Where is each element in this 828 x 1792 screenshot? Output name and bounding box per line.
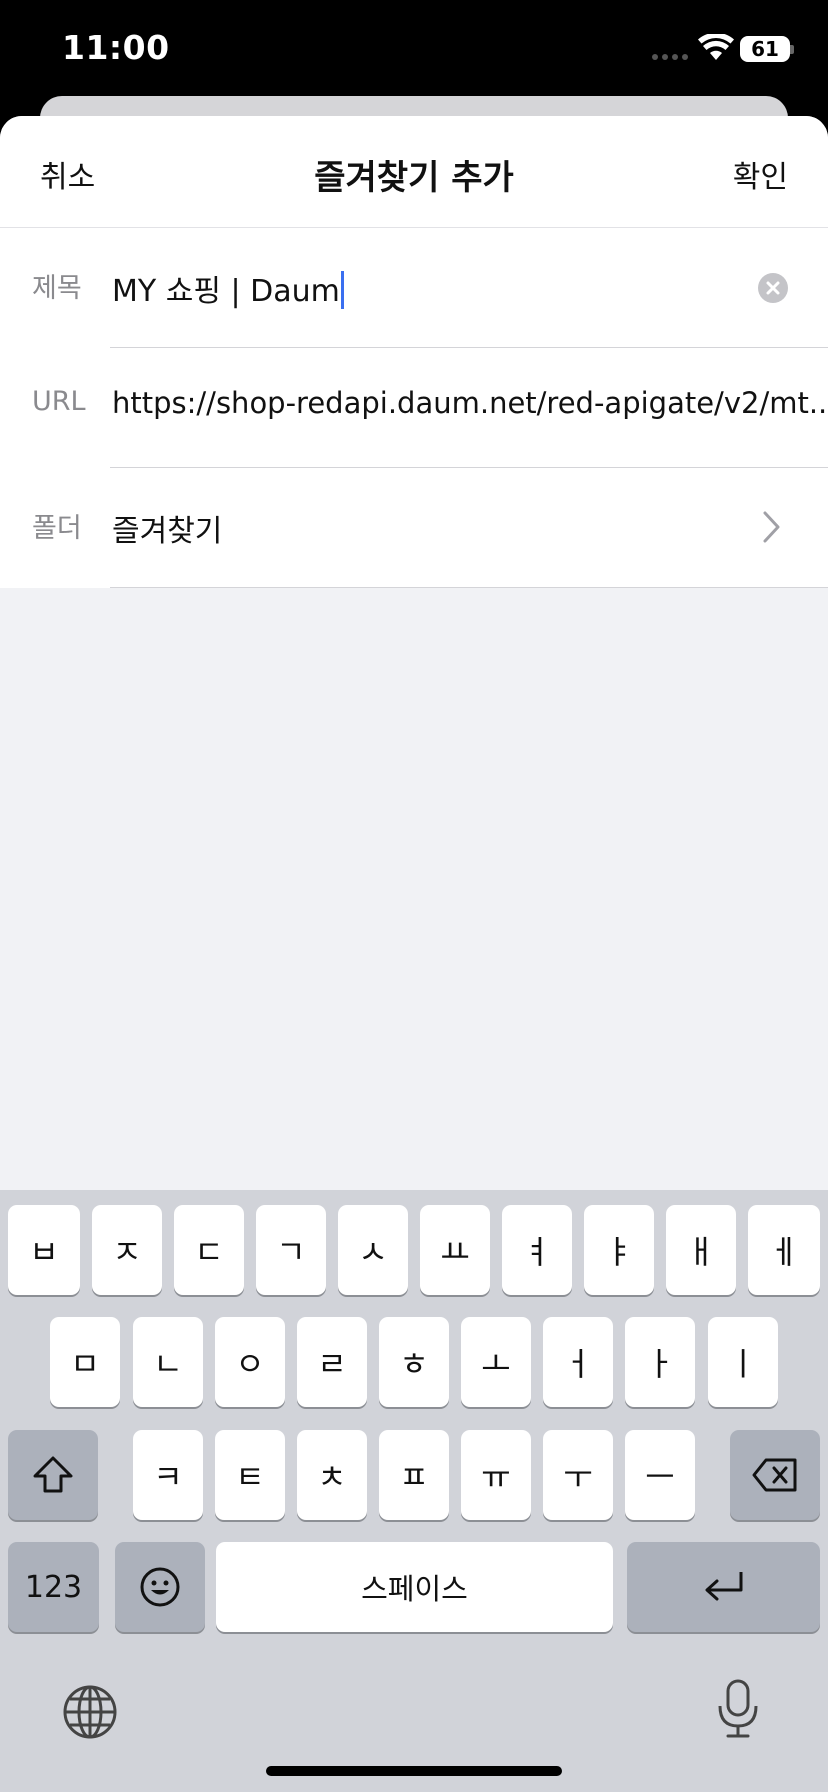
home-indicator[interactable] <box>266 1766 562 1776</box>
key[interactable]: ㄷ <box>174 1205 244 1295</box>
folder-label: 폴더 <box>32 513 82 544</box>
url-input[interactable]: https://shop-redapi.daum.net/red-apigate… <box>112 386 828 420</box>
confirm-button[interactable]: 확인 <box>733 152 788 196</box>
key[interactable]: ㅌ <box>215 1430 285 1520</box>
nav-bar: 취소 즐겨찾기 추가 확인 <box>0 116 828 228</box>
key[interactable]: ㅈ <box>92 1205 162 1295</box>
backspace-icon <box>752 1458 797 1492</box>
status-time: 11:00 <box>62 28 170 67</box>
key[interactable]: ㅇ <box>215 1317 285 1407</box>
return-icon <box>705 1572 742 1601</box>
key[interactable]: ㅔ <box>748 1205 820 1295</box>
url-row[interactable]: URL https://shop-redapi.daum.net/red-api… <box>0 348 828 468</box>
emoji-icon <box>140 1567 180 1607</box>
clear-icon[interactable] <box>758 273 788 303</box>
title-input[interactable]: MY 쇼핑 | Daum <box>112 266 344 310</box>
emoji-key[interactable] <box>115 1542 205 1632</box>
key[interactable]: ㅐ <box>666 1205 736 1295</box>
key[interactable]: ㅑ <box>584 1205 654 1295</box>
key[interactable]: ㅗ <box>461 1317 531 1407</box>
key[interactable]: ㅜ <box>543 1430 613 1520</box>
battery-icon: 61 <box>740 36 790 62</box>
key[interactable]: ㄹ <box>297 1317 367 1407</box>
status-bar: 11:00 61 <box>0 0 828 100</box>
key[interactable]: ㅠ <box>461 1430 531 1520</box>
key[interactable]: ㅣ <box>708 1317 778 1407</box>
shift-key[interactable] <box>8 1430 98 1520</box>
folder-row[interactable]: 폴더 즐겨찾기 <box>0 468 828 588</box>
title-input-text: MY 쇼핑 | Daum <box>112 274 340 309</box>
page-title: 즐겨찾기 추가 <box>314 158 514 198</box>
key[interactable]: ㅏ <box>625 1317 695 1407</box>
bookmark-form: 제목 MY 쇼핑 | Daum URL https://shop-redapi.… <box>0 228 828 588</box>
key[interactable]: ㅂ <box>8 1205 80 1295</box>
key[interactable]: ㅅ <box>338 1205 408 1295</box>
chevron-right-icon <box>763 511 780 543</box>
return-key[interactable] <box>627 1542 820 1632</box>
title-label: 제목 <box>32 273 82 304</box>
folder-value: 즐겨찾기 <box>112 514 223 549</box>
key[interactable]: ㅕ <box>502 1205 572 1295</box>
key[interactable]: ㅁ <box>50 1317 120 1407</box>
key[interactable]: ㅍ <box>379 1430 449 1520</box>
numbers-key[interactable]: 123 <box>8 1542 99 1632</box>
battery-nub <box>790 45 794 54</box>
key[interactable]: ㅎ <box>379 1317 449 1407</box>
key[interactable]: ㅓ <box>543 1317 613 1407</box>
cellular-signal-icon <box>652 54 688 60</box>
wifi-icon <box>698 34 734 60</box>
korean-keyboard: ㅂ ㅈ ㄷ ㄱ ㅅ ㅛ ㅕ ㅑ ㅐ ㅔ ㅁ ㄴ ㅇ ㄹ ㅎ ㅗ ㅓ ㅏ ㅣ ㅋ … <box>0 1190 828 1792</box>
title-row[interactable]: 제목 MY 쇼핑 | Daum <box>0 228 828 348</box>
key[interactable]: ㅊ <box>297 1430 367 1520</box>
key[interactable]: ㅡ <box>625 1430 695 1520</box>
key[interactable]: ㅛ <box>420 1205 490 1295</box>
shift-icon <box>33 1456 73 1493</box>
key[interactable]: ㄴ <box>133 1317 203 1407</box>
space-key[interactable]: 스페이스 <box>216 1542 613 1632</box>
battery-level: 61 <box>751 37 779 61</box>
url-label: URL <box>32 386 86 417</box>
key[interactable]: ㄱ <box>256 1205 326 1295</box>
text-caret <box>340 271 344 309</box>
divider <box>110 587 828 588</box>
backspace-key[interactable] <box>730 1430 820 1520</box>
microphone-icon[interactable] <box>716 1678 760 1740</box>
globe-icon[interactable] <box>62 1684 118 1740</box>
key[interactable]: ㅋ <box>133 1430 203 1520</box>
